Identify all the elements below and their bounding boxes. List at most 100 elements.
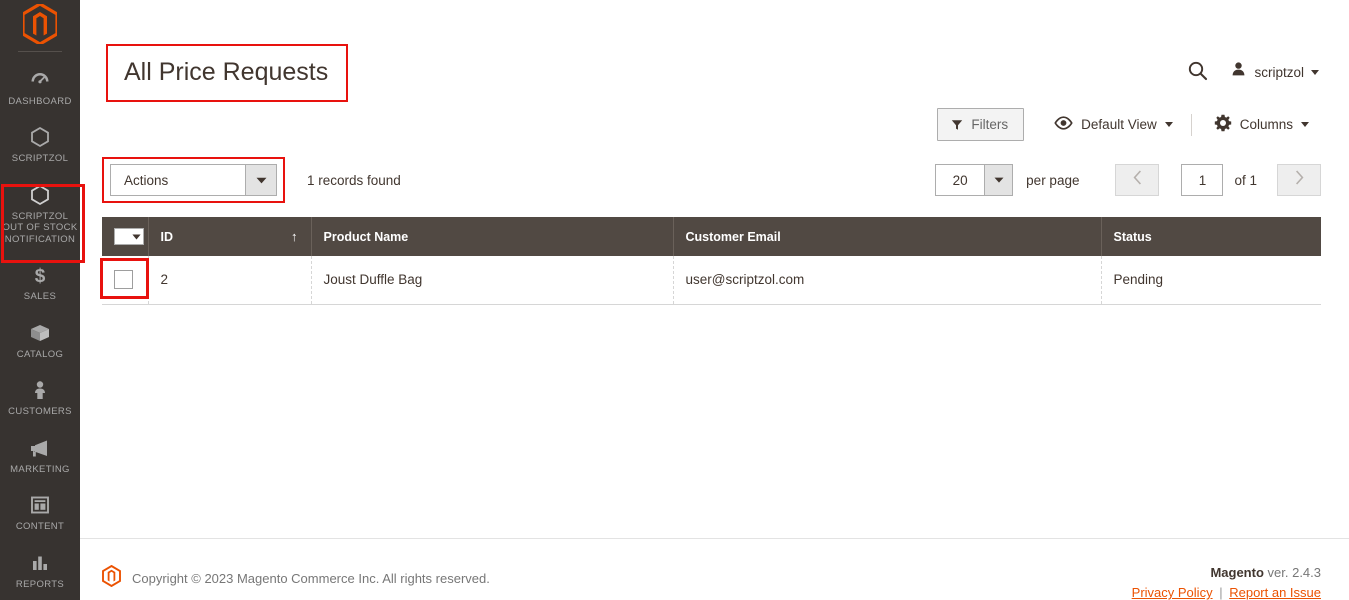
filters-button[interactable]: Filters: [937, 108, 1025, 141]
table-head: ID ↑ Product Name Customer Email Status: [102, 217, 1321, 256]
table-header-row: ID ↑ Product Name Customer Email Status: [102, 217, 1321, 256]
annotation-box-page-title: All Price Requests: [106, 44, 349, 102]
sidebar-item-reports[interactable]: Reports: [0, 543, 80, 600]
sidebar-item-label: Sales: [23, 291, 57, 302]
sidebar-item-customers[interactable]: Customers: [0, 370, 80, 428]
chevron-left-icon: [1133, 170, 1142, 190]
per-page-label: per page: [1026, 172, 1080, 188]
table-body: 2 Joust Duffle Bag user@scriptzol.com Pe…: [100, 256, 1321, 305]
table-row[interactable]: 2 Joust Duffle Bag user@scriptzol.com Pe…: [100, 256, 1321, 305]
select-all-dropdown[interactable]: [114, 228, 144, 245]
columns-selector[interactable]: Columns: [1202, 106, 1321, 143]
column-header-label: Product Name: [323, 229, 409, 244]
sidebar-item-content[interactable]: Content: [0, 485, 80, 543]
dollar-icon: $: [29, 264, 51, 286]
next-page-button[interactable]: [1277, 164, 1321, 196]
chevron-down-icon: [1164, 122, 1173, 127]
footer-links: Privacy Policy | Report an Issue: [1132, 585, 1321, 600]
person-icon: [29, 379, 51, 401]
row-checkbox-cell: [100, 256, 149, 305]
page-number-input[interactable]: 1: [1181, 164, 1224, 196]
privacy-policy-link[interactable]: Privacy Policy: [1132, 585, 1213, 600]
chevron-down-icon: [245, 165, 276, 195]
data-grid-wrapper: ID ↑ Product Name Customer Email Status: [80, 203, 1349, 305]
chevron-down-icon: [1301, 122, 1309, 127]
brand-name: Magento: [1210, 565, 1264, 580]
dashboard-gauge-icon: [29, 69, 51, 91]
column-header-label: Customer Email: [685, 229, 781, 244]
sidebar-item-label: Scriptzol Out of Stock Notification: [2, 210, 78, 245]
hexagon-icon: [29, 126, 51, 148]
sidebar-item-label: Catalog: [16, 348, 64, 360]
chevron-down-icon: [984, 165, 1013, 195]
search-icon: [1187, 60, 1208, 84]
sidebar-item-scriptzol-out-of-stock-notification[interactable]: Scriptzol Out of Stock Notification: [0, 175, 80, 256]
admin-app: Dashboard Scriptzol Scriptzol Out of Sto…: [0, 0, 1349, 600]
link-divider: |: [1219, 585, 1223, 600]
previous-page-button[interactable]: [1115, 164, 1160, 196]
per-page-select[interactable]: 20: [935, 164, 1014, 196]
layout-icon: [29, 494, 51, 516]
grid-actions-area: Actions 1 records found: [102, 157, 401, 203]
column-header-id[interactable]: ID ↑: [148, 217, 312, 256]
megaphone-icon: [28, 437, 52, 459]
sidebar-item-label: Marketing: [10, 463, 70, 475]
total-pages-label: of 1: [1234, 172, 1257, 188]
sidebar-item-marketing[interactable]: Marketing: [0, 428, 80, 486]
magento-logo-icon: [23, 4, 57, 45]
column-header-status[interactable]: Status: [1101, 217, 1321, 256]
sidebar-divider: [18, 50, 62, 52]
grid-toolbar: Filters Default View Columns: [80, 102, 1349, 143]
column-header-product-name[interactable]: Product Name: [311, 217, 674, 256]
cell-status: Pending: [1101, 256, 1321, 305]
column-header-label: ID: [160, 229, 174, 244]
version-number: ver. 2.4.3: [1263, 565, 1321, 580]
column-header-checkbox: [102, 217, 149, 256]
version-info: Magento ver. 2.4.3: [1132, 565, 1321, 580]
user-avatar-icon: [1230, 61, 1247, 83]
default-view-selector[interactable]: Default View: [1042, 108, 1185, 141]
box-icon: [28, 322, 52, 344]
sidebar-item-catalog[interactable]: Catalog: [0, 313, 80, 371]
search-button[interactable]: [1187, 60, 1208, 84]
main-content: All Price Requests scriptzol Filters Def…: [80, 0, 1349, 600]
records-found-label: 1 records found: [307, 172, 401, 188]
page-number-value: 1: [1198, 172, 1207, 188]
funnel-icon: [951, 119, 963, 131]
page-header: All Price Requests scriptzol: [80, 0, 1349, 102]
default-view-label: Default View: [1081, 117, 1157, 132]
column-header-label: Status: [1113, 229, 1152, 244]
sidebar: Dashboard Scriptzol Scriptzol Out of Sto…: [0, 0, 85, 600]
hexagon-icon: [29, 184, 51, 206]
grid-subtoolbar: Actions 1 records found 20 per page 1 of…: [80, 143, 1349, 203]
sidebar-item-label: Scriptzol: [11, 153, 69, 164]
sidebar-item-label: Dashboard: [8, 95, 72, 107]
header-actions: scriptzol: [1187, 44, 1321, 84]
sidebar-item-sales[interactable]: $ Sales: [0, 255, 80, 313]
cell-customer-email: user@scriptzol.com: [673, 256, 1102, 305]
copyright-area: Copyright © 2023 Magento Commerce Inc. A…: [102, 564, 490, 592]
sidebar-item-dashboard[interactable]: Dashboard: [0, 60, 80, 118]
gear-icon: [1214, 114, 1232, 135]
filters-label: Filters: [971, 117, 1009, 132]
toolbar-divider: [1190, 113, 1192, 136]
user-menu[interactable]: scriptzol: [1230, 61, 1319, 83]
chevron-down-icon: [1311, 69, 1319, 75]
column-header-customer-email[interactable]: Customer Email: [673, 217, 1102, 256]
cell-product-name: Joust Duffle Bag: [311, 256, 674, 305]
sidebar-item-label: Reports: [15, 578, 65, 590]
actions-select[interactable]: Actions: [110, 164, 277, 196]
row-checkbox[interactable]: [114, 270, 133, 289]
sidebar-item-label: Customers: [8, 406, 72, 417]
magento-logo-icon: [102, 564, 121, 592]
sidebar-item-label: Content: [15, 521, 65, 532]
magento-logo[interactable]: [0, 0, 80, 49]
copyright-text: Copyright © 2023 Magento Commerce Inc. A…: [132, 571, 490, 586]
report-issue-link[interactable]: Report an Issue: [1229, 585, 1321, 600]
eye-icon: [1054, 116, 1073, 133]
sidebar-item-scriptzol[interactable]: Scriptzol: [0, 117, 80, 175]
chevron-down-icon: [130, 234, 143, 240]
page-title: All Price Requests: [124, 58, 329, 86]
user-name: scriptzol: [1254, 64, 1304, 80]
